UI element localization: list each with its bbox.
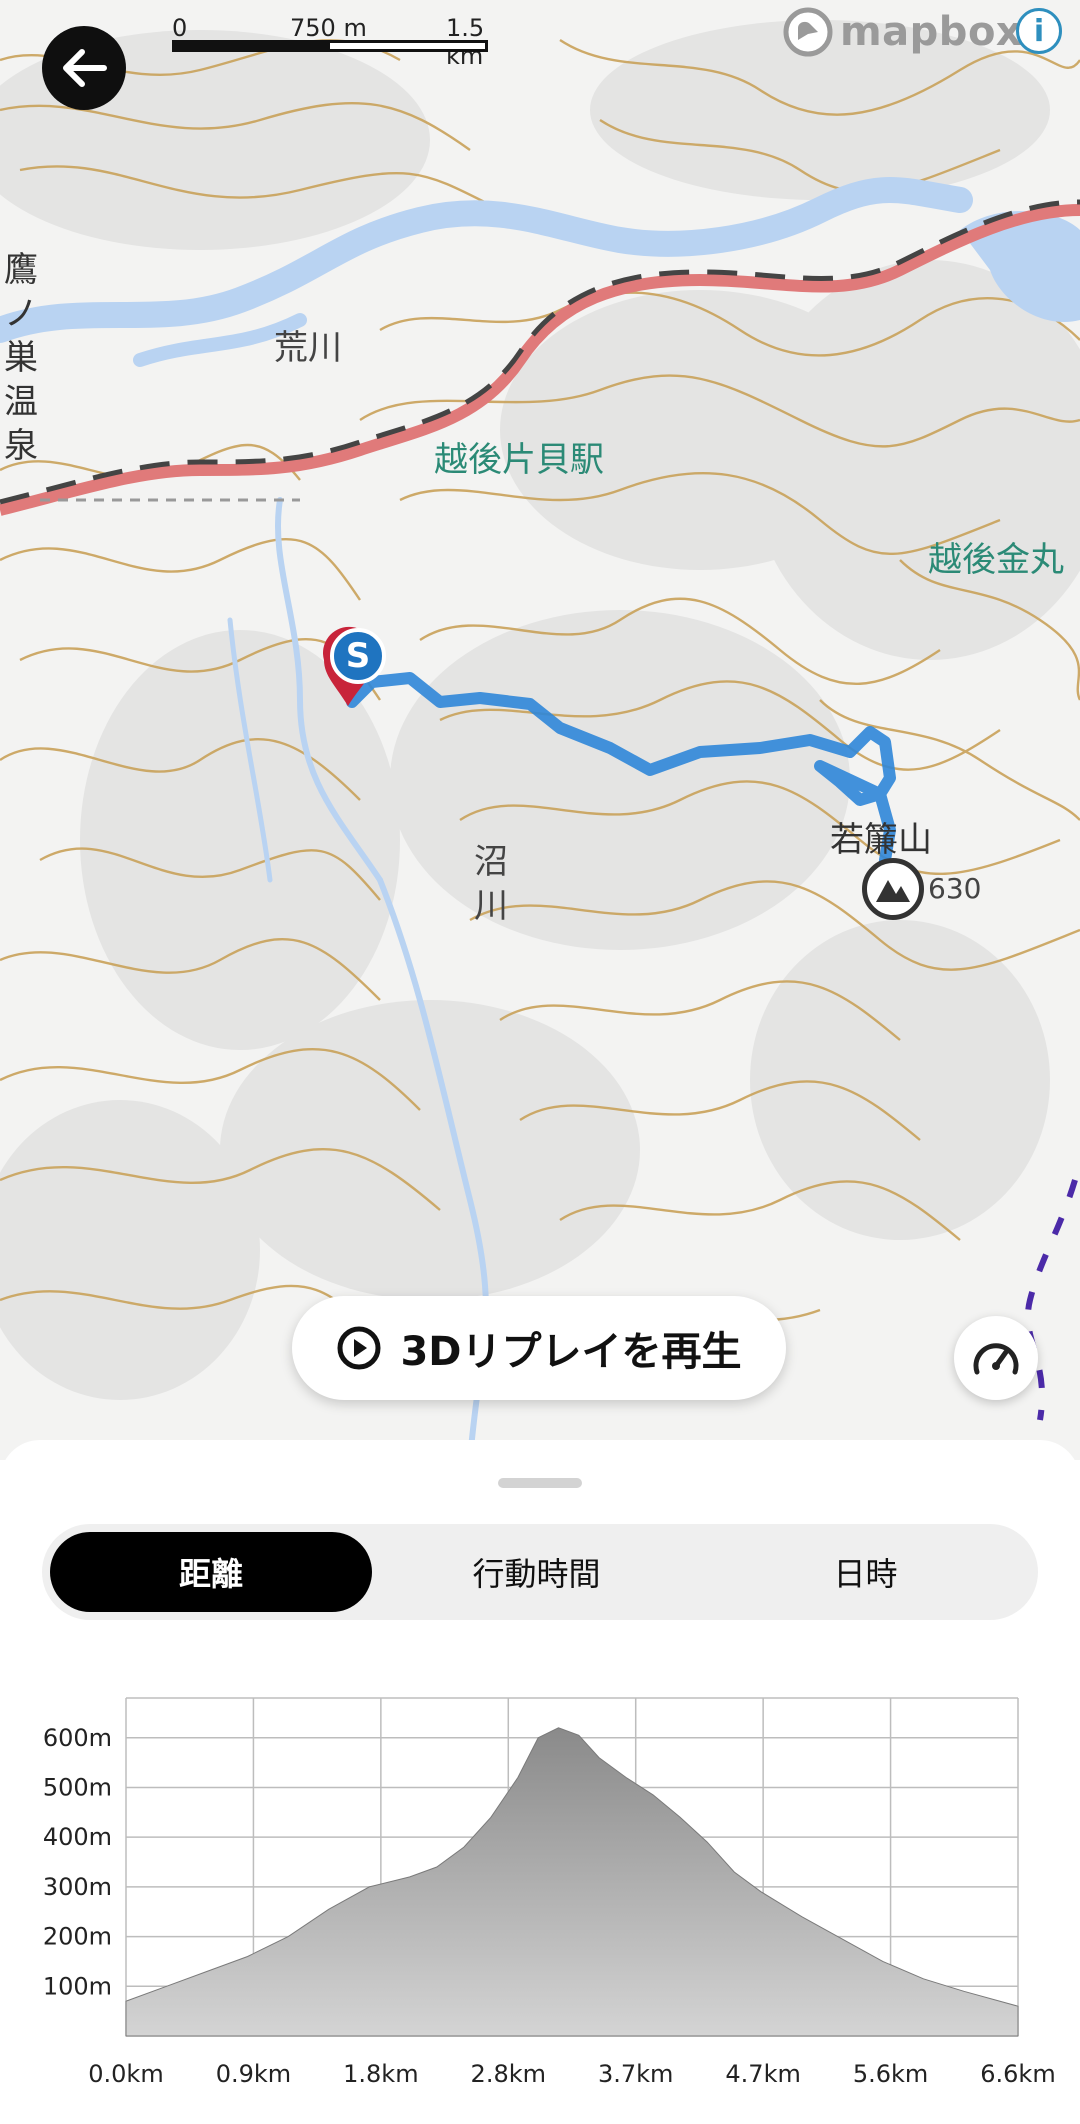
place-label-kanamaru: 越後金丸	[928, 540, 1064, 580]
place-label-mountain: 若簾山	[830, 820, 932, 860]
y-tick-label: 500m	[43, 1773, 112, 1801]
y-tick-label: 600m	[43, 1724, 112, 1752]
mapbox-wordmark: mapbox	[840, 9, 1023, 55]
map-view[interactable]: 鷹ノ巣温泉 荒川 越後片貝駅 越後金丸 沼川 若簾山 630 S 0 750 m…	[0, 0, 1080, 1460]
mapbox-logo-icon	[783, 7, 833, 57]
tab-datetime[interactable]: 日時	[701, 1532, 1030, 1612]
x-tick-label: 3.7km	[598, 2060, 673, 2088]
speedometer-icon	[973, 1343, 1019, 1375]
axis-segmented-control: 距離 行動時間 日時	[42, 1524, 1038, 1620]
x-tick-label: 5.6km	[853, 2060, 928, 2088]
speed-button[interactable]	[954, 1316, 1038, 1400]
x-tick-label: 2.8km	[471, 2060, 546, 2088]
replay-3d-label: 3Dリプレイを再生	[400, 1329, 742, 1375]
start-marker-label: S	[345, 636, 371, 676]
x-tick-label: 0.9km	[216, 2060, 291, 2088]
tab-duration[interactable]: 行動時間	[372, 1532, 701, 1612]
place-label-takanosu: 鷹ノ巣温泉	[4, 250, 38, 466]
y-tick-label: 100m	[43, 1972, 112, 2000]
replay-3d-button[interactable]: 3Dリプレイを再生	[292, 1296, 786, 1400]
sheet-drag-handle[interactable]	[498, 1478, 582, 1488]
x-tick-label: 0.0km	[88, 2060, 163, 2088]
start-marker[interactable]: S	[318, 626, 388, 710]
x-tick-label: 1.8km	[343, 2060, 418, 2088]
place-label-katakai-station: 越後片貝駅	[434, 440, 604, 480]
info-icon[interactable]: i	[1016, 8, 1062, 54]
x-tick-label: 4.7km	[725, 2060, 800, 2088]
x-tick-label: 6.6km	[980, 2060, 1055, 2088]
scale-bar-line	[172, 40, 488, 52]
place-label-numakawa: 沼川	[474, 842, 508, 926]
topographic-map	[0, 20, 1080, 1460]
scale-label-zero: 0	[172, 14, 188, 42]
back-button[interactable]	[42, 26, 126, 110]
elevation-chart: 100m 200m 300m 400m 500m 600m 0.0km 0.9km 1.8km…	[43, 1697, 1056, 2088]
y-tick-label: 300m	[43, 1873, 112, 1901]
y-tick-label: 200m	[43, 1923, 112, 1951]
play-icon	[337, 1326, 381, 1370]
elevation-area	[125, 1727, 1019, 2037]
summit-marker[interactable]	[862, 858, 924, 920]
elevation-label: 630	[928, 872, 982, 905]
scale-bar: 0 750 m 1.5 km	[172, 8, 492, 70]
tab-distance[interactable]: 距離	[50, 1532, 372, 1612]
scale-label-mid: 750 m	[290, 14, 367, 42]
arrow-left-icon	[63, 49, 107, 87]
place-label-arakawa: 荒川	[274, 328, 342, 368]
mountain-icon	[876, 880, 910, 902]
mapbox-logo[interactable]: mapbox	[782, 4, 1022, 60]
y-tick-label: 400m	[43, 1823, 112, 1851]
